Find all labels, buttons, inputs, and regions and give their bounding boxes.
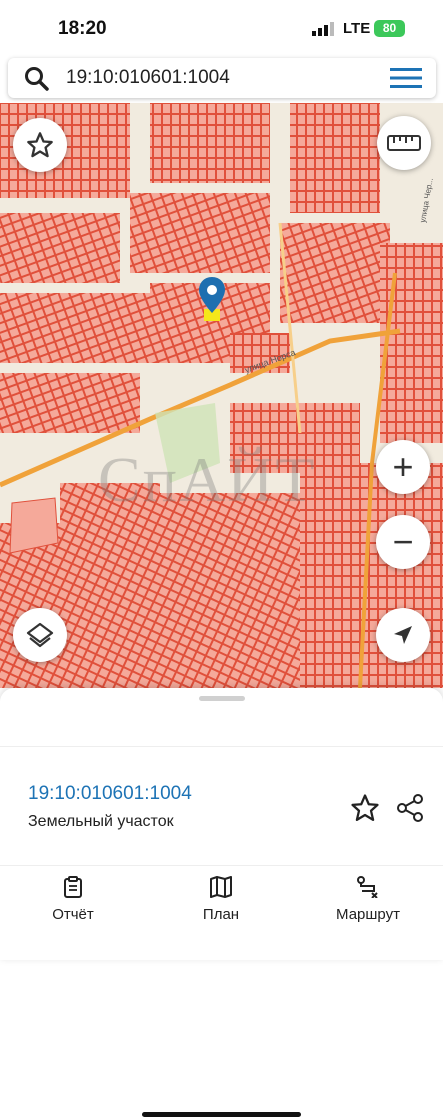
status-time: 18:20 — [58, 18, 107, 39]
location-pin-icon[interactable] — [198, 277, 226, 328]
parcel-block[interactable] — [150, 103, 270, 183]
parcel-block[interactable] — [0, 213, 120, 283]
zoom-out-button[interactable]: − — [376, 515, 430, 569]
ruler-icon — [387, 135, 421, 151]
tab-plan[interactable]: План — [166, 876, 276, 923]
cadastral-number[interactable]: 19:10:010601:1004 — [28, 783, 192, 805]
parcel-block[interactable] — [130, 193, 270, 273]
sheet-grabber[interactable] — [199, 696, 245, 701]
status-bar: 18:20 LTE 80 — [0, 0, 443, 56]
hamburger-menu-icon[interactable] — [390, 67, 422, 89]
layers-button[interactable] — [13, 608, 67, 662]
property-card[interactable]: 19:10:010601:1004 Земельный участок — [0, 746, 443, 866]
share-icon[interactable] — [395, 793, 425, 823]
parcel-block[interactable] — [0, 293, 150, 363]
star-outline-icon[interactable] — [350, 793, 380, 823]
tab-plan-label: План — [202, 906, 240, 923]
parcel-blocks — [0, 103, 443, 688]
favorite-button[interactable] — [13, 118, 67, 172]
parcel-block[interactable] — [280, 223, 390, 323]
property-type: Земельный участок — [28, 813, 174, 830]
tab-report[interactable]: Отчёт — [18, 876, 128, 923]
star-icon — [27, 132, 53, 158]
my-location-button[interactable] — [376, 608, 430, 662]
minus-icon: − — [392, 521, 414, 562]
tab-route[interactable]: Маршрут — [313, 876, 423, 923]
map-view[interactable]: улица Норса улица Чер... СпАЙТ + − — [0, 103, 443, 688]
parcel-block[interactable] — [160, 493, 300, 688]
location-arrow-icon — [394, 626, 412, 644]
search-icon[interactable] — [24, 66, 50, 92]
route-icon — [357, 876, 378, 898]
home-indicator — [142, 1112, 301, 1117]
report-clipboard-icon — [64, 876, 82, 898]
parcel-block[interactable] — [380, 243, 443, 443]
parcel-block[interactable] — [290, 103, 380, 213]
ruler-button[interactable] — [377, 116, 431, 170]
cadastral-map[interactable]: улица Норса улица Чер... — [0, 103, 443, 688]
signal-icon — [312, 22, 334, 36]
layers-icon — [26, 622, 54, 648]
tab-route-label: Маршрут — [336, 906, 400, 923]
search-input[interactable]: 19:10:010601:1004 — [66, 67, 230, 89]
plus-icon: + — [392, 446, 414, 487]
parcel-block[interactable] — [0, 373, 140, 433]
street-label-cher: улица Чер... — [418, 177, 435, 223]
zoom-in-button[interactable]: + — [376, 440, 430, 494]
battery-icon: 80 — [374, 20, 405, 37]
map-book-icon — [210, 876, 232, 898]
search-bar[interactable]: 19:10:010601:1004 — [8, 58, 436, 98]
bottom-sheet: 19:10:010601:1004 Земельный участок Отчё… — [0, 688, 443, 1117]
map-watermark: СпАЙТ — [98, 444, 317, 515]
network-label: LTE — [343, 20, 371, 37]
bottom-tab-bar: Отчёт План Маршрут — [0, 866, 443, 1117]
parcel-large — [9, 497, 59, 554]
tab-report-label: Отчёт — [52, 906, 94, 923]
